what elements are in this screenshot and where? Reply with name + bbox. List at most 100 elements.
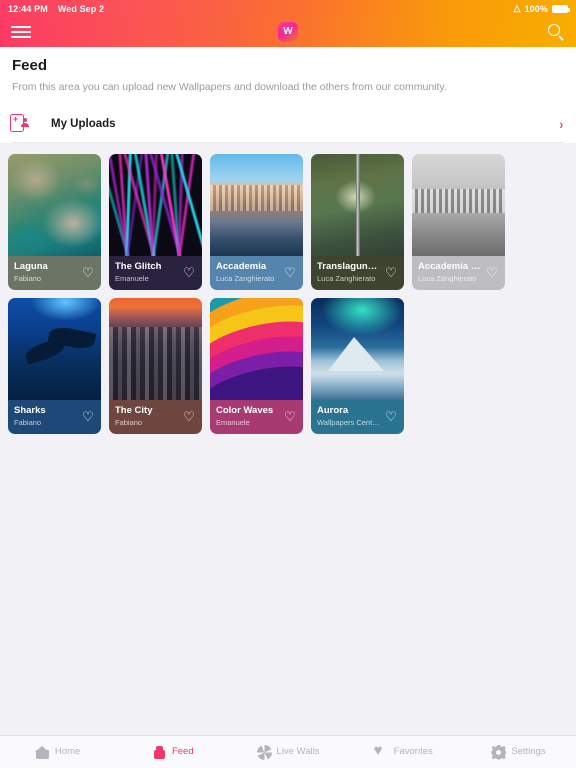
tab-live-walls[interactable]: Live Walls xyxy=(230,744,345,760)
bottom-tab-bar: Home Feed Live Walls Favorites Settings xyxy=(0,735,576,768)
wallpaper-thumbnail xyxy=(311,154,404,256)
wallpaper-title: Color Waves xyxy=(216,405,274,416)
wallpaper-title: The City xyxy=(115,405,153,416)
wallpaper-caption: Aurora Wallpapers Central ♡ xyxy=(311,400,404,434)
app-root: 12:44 PM Wed Sep 2 △ 100% W Feed From th… xyxy=(0,0,576,768)
caption-text: Color Waves Emanuele xyxy=(216,406,279,428)
page-title: Feed xyxy=(12,57,48,74)
search-ring xyxy=(548,24,560,36)
status-right-cluster: △ 100% xyxy=(513,3,570,14)
status-bar: 12:44 PM Wed Sep 2 △ 100% xyxy=(0,0,576,17)
wallpaper-grid: Laguna Fabiano ♡ The Glitch Emanuele ♡ Accadem… xyxy=(0,143,576,442)
search-handle xyxy=(557,34,564,41)
favorite-heart-icon[interactable]: ♡ xyxy=(81,266,95,280)
wallpaper-author: Wallpapers Central xyxy=(317,419,380,428)
caption-text: The Glitch Emanuele xyxy=(115,262,178,284)
wallpaper-author: Luca Zanghierato xyxy=(216,275,275,284)
tab-label: Favorites xyxy=(393,746,433,758)
search-icon[interactable] xyxy=(547,23,565,41)
wallpaper-thumbnail xyxy=(8,154,101,256)
wallpaper-card[interactable]: Aurora Wallpapers Central ♡ xyxy=(311,298,404,434)
wallpaper-card[interactable]: The City Fabiano ♡ xyxy=(109,298,202,434)
tab-favorites[interactable]: Favorites xyxy=(346,743,461,760)
wallpaper-thumbnail xyxy=(8,298,101,400)
top-navigation-bar: W xyxy=(0,17,576,47)
tab-home[interactable]: Home xyxy=(0,745,115,760)
hamburger-line xyxy=(11,26,31,28)
wallpaper-title: Accademia Bl... xyxy=(418,261,481,272)
favorite-heart-icon[interactable]: ♡ xyxy=(384,266,398,280)
wallpaper-title: Sharks xyxy=(14,405,46,416)
wallpaper-thumbnail xyxy=(109,298,202,400)
wallpaper-author: Emanuele xyxy=(216,419,250,428)
mountain-peak xyxy=(327,337,384,372)
wallpaper-author: Fabiano xyxy=(14,419,42,428)
caption-text: Laguna Fabiano xyxy=(14,262,77,284)
home-icon xyxy=(35,745,50,760)
wallpaper-caption: Translagunare Luca Zanghierato ♡ xyxy=(311,256,404,290)
favorite-heart-icon[interactable]: ♡ xyxy=(485,266,499,280)
wallpaper-thumbnail xyxy=(412,154,505,256)
wallpaper-title: The Glitch xyxy=(115,261,162,272)
wallpaper-caption: Accademia Luca Zanghierato ♡ xyxy=(210,256,303,290)
app-logo-icon[interactable]: W xyxy=(278,22,298,42)
caption-text: The City Fabiano xyxy=(115,406,178,428)
favorite-heart-icon[interactable]: ♡ xyxy=(81,410,95,424)
bridge-pole xyxy=(355,154,360,256)
wallpaper-title: Accademia xyxy=(216,261,267,272)
wallpaper-title: Laguna xyxy=(14,261,48,272)
add-person-icon: + xyxy=(10,114,32,133)
tab-settings[interactable]: Settings xyxy=(461,744,576,760)
my-uploads-label: My Uploads xyxy=(51,117,116,130)
favorite-heart-icon[interactable]: ♡ xyxy=(384,410,398,424)
caption-text: Aurora Wallpapers Central xyxy=(317,406,380,428)
wallpaper-caption: Laguna Fabiano ♡ xyxy=(8,256,101,290)
wallpaper-card[interactable]: Accademia Luca Zanghierato ♡ xyxy=(210,154,303,290)
wallpaper-card[interactable]: Laguna Fabiano ♡ xyxy=(8,154,101,290)
wallpaper-card[interactable]: Color Waves Emanuele ♡ xyxy=(210,298,303,434)
wallpaper-author: Fabiano xyxy=(14,275,42,284)
page-subtitle: From this area you can upload new Wallpa… xyxy=(12,81,447,93)
tab-feed[interactable]: Feed xyxy=(115,745,230,760)
wallpaper-caption: Sharks Fabiano ♡ xyxy=(8,400,101,434)
wallpaper-author: Luca Zanghierato xyxy=(317,275,376,284)
person-head xyxy=(23,118,27,122)
wallpaper-thumbnail xyxy=(311,298,404,400)
wallpaper-caption: Accademia Bl... Luca Zanghierato ♡ xyxy=(412,256,505,290)
wallpaper-caption: The Glitch Emanuele ♡ xyxy=(109,256,202,290)
caption-text: Sharks Fabiano xyxy=(14,406,77,428)
hamburger-menu-icon[interactable] xyxy=(11,26,31,38)
wallpaper-author: Emanuele xyxy=(115,275,149,284)
my-uploads-row[interactable]: + My Uploads › xyxy=(10,107,564,143)
wallpaper-caption: The City Fabiano ♡ xyxy=(109,400,202,434)
favorite-heart-icon[interactable]: ♡ xyxy=(182,266,196,280)
feed-header-panel: Feed From this area you can upload new W… xyxy=(0,47,576,143)
settings-gear-icon xyxy=(491,744,507,760)
battery-full-icon xyxy=(552,4,570,13)
live-walls-icon xyxy=(256,744,272,760)
favorite-heart-icon[interactable]: ♡ xyxy=(283,266,297,280)
wallpaper-card[interactable]: Translagunare Luca Zanghierato ♡ xyxy=(311,154,404,290)
wifi-icon: △ xyxy=(513,3,521,13)
favorite-heart-icon[interactable]: ♡ xyxy=(283,410,297,424)
caption-text: Accademia Bl... Luca Zanghierato xyxy=(418,262,481,284)
hamburger-line xyxy=(11,36,31,38)
wallpaper-thumbnail xyxy=(210,298,303,400)
caption-text: Accademia Luca Zanghierato xyxy=(216,262,279,284)
person-body xyxy=(21,123,29,128)
favorite-heart-icon[interactable]: ♡ xyxy=(182,410,196,424)
wallpaper-card[interactable]: Accademia Bl... Luca Zanghierato ♡ xyxy=(412,154,505,290)
tab-label: Home xyxy=(54,746,81,758)
wallpaper-card[interactable]: Sharks Fabiano ♡ xyxy=(8,298,101,434)
caption-text: Translagunare Luca Zanghierato xyxy=(317,262,380,284)
wallpaper-thumbnail xyxy=(210,154,303,256)
wallpaper-title: Translagunare xyxy=(317,261,380,272)
favorites-heart-icon xyxy=(374,743,389,760)
wallpaper-author: Fabiano xyxy=(115,419,143,428)
wallpaper-thumbnail xyxy=(109,154,202,256)
battery-level: 100% xyxy=(524,3,548,14)
wallpaper-title: Aurora xyxy=(317,405,349,416)
chevron-right-icon[interactable]: › xyxy=(560,117,564,131)
wallpaper-card[interactable]: The Glitch Emanuele ♡ xyxy=(109,154,202,290)
tab-label: Live Walls xyxy=(276,746,320,758)
